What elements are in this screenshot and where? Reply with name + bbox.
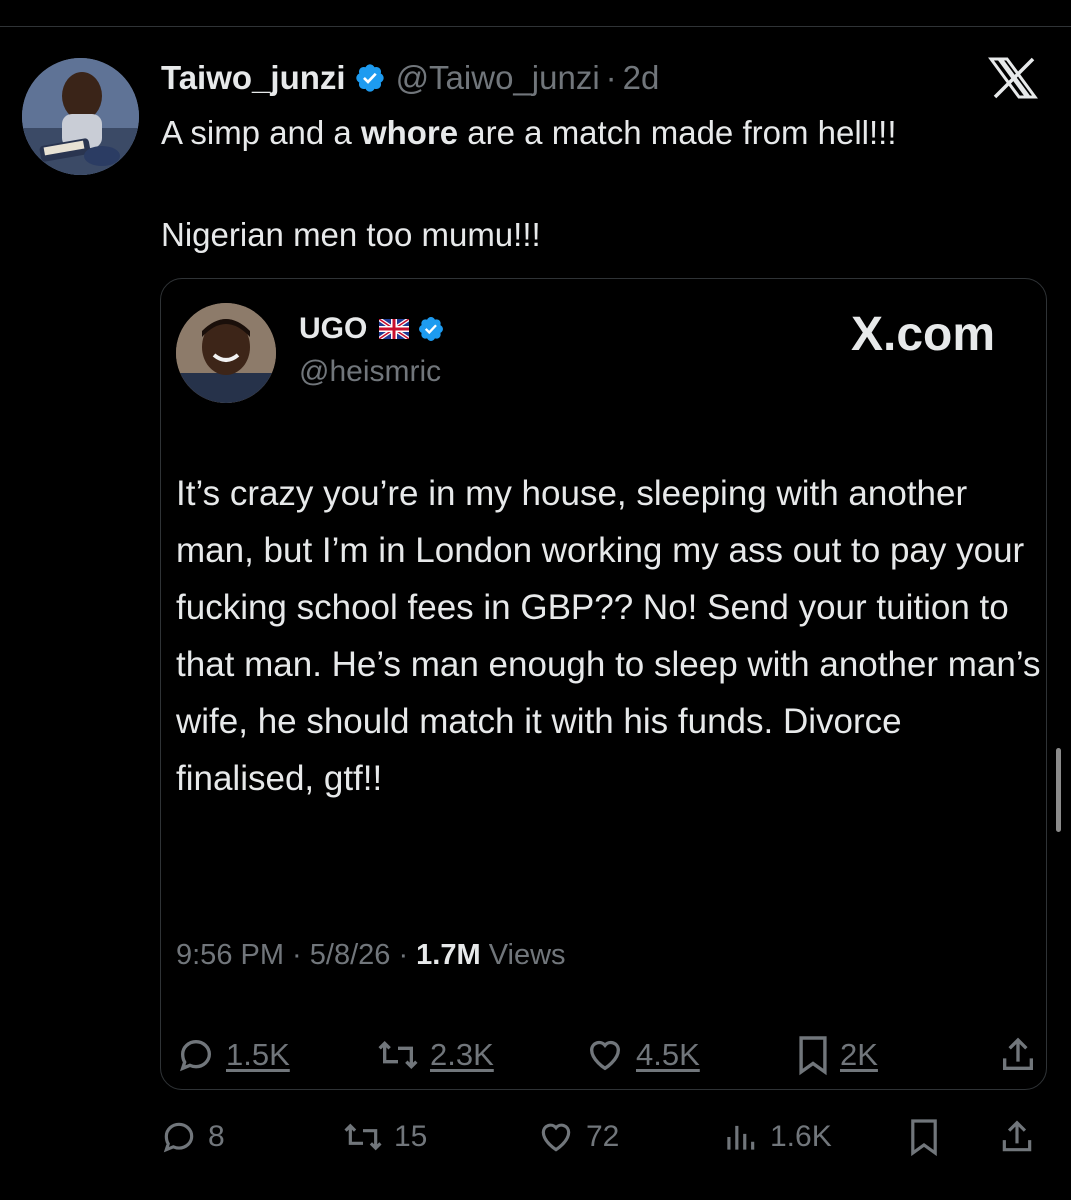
tweet-text-after-bold: are a match made from hell!!! <box>458 114 897 151</box>
tweet-header: Taiwo_junzi @Taiwo_junzi · 2d <box>161 56 659 100</box>
quoted-author-avatar[interactable] <box>176 303 276 403</box>
author-handle[interactable]: @Taiwo_junzi <box>396 59 600 97</box>
repost-count: 15 <box>394 1120 428 1153</box>
reply-icon <box>176 1035 216 1075</box>
tweet-body: A simp and a whore are a match made from… <box>161 108 1051 260</box>
reply-icon <box>160 1118 198 1156</box>
repost-icon <box>342 1118 384 1156</box>
tweet-text-bold: whore <box>360 114 459 151</box>
quoted-tweet-views-label: Views <box>480 939 566 971</box>
bookmark-button[interactable] <box>908 1112 940 1162</box>
quoted-author-row: UGO <box>299 309 445 349</box>
tweet-text-line2: Nigerian men too mumu!!! <box>161 216 541 253</box>
scrollbar-thumb[interactable] <box>1056 748 1061 832</box>
quoted-tweet-actions: 1.5K 2.3K 4.5K 2K <box>176 1031 1046 1079</box>
like-icon <box>536 1118 576 1156</box>
quoted-reply-count: 1.5K <box>226 1037 290 1072</box>
share-button[interactable] <box>998 1112 1036 1162</box>
x-logo-icon <box>983 57 1043 99</box>
like-count: 72 <box>586 1120 620 1153</box>
tweet-text-before-bold: A simp and a <box>161 114 361 151</box>
uk-flag-icon <box>378 317 411 341</box>
views-count: 1.6K <box>770 1120 832 1153</box>
quoted-tweet-text: It’s crazy you’re in my house, sleeping … <box>176 474 1041 798</box>
quoted-bookmark-button[interactable]: 2K <box>796 1031 878 1079</box>
tweet-timestamp[interactable]: 2d <box>623 59 660 97</box>
quoted-share-button[interactable] <box>998 1031 1038 1079</box>
tweet-actions: 8 15 72 1.6K <box>160 1112 1050 1162</box>
x-com-brand: X.com <box>851 308 996 361</box>
reply-button[interactable]: 8 <box>160 1112 225 1162</box>
like-icon <box>584 1035 626 1075</box>
quoted-bookmark-count: 2K <box>840 1037 878 1072</box>
verified-badge-icon <box>354 62 386 94</box>
quoted-author-display-name[interactable]: UGO <box>299 312 367 346</box>
verified-badge-icon <box>417 315 445 343</box>
separator-dot: · <box>605 59 617 96</box>
quoted-like-count: 4.5K <box>636 1037 700 1072</box>
quoted-tweet-views-count: 1.7M <box>416 939 481 971</box>
quoted-repost-count: 2.3K <box>430 1037 494 1072</box>
bookmark-icon <box>796 1034 830 1076</box>
top-divider <box>0 26 1071 27</box>
author-display-name[interactable]: Taiwo_junzi <box>161 59 346 97</box>
quoted-tweet-meta: 9:56 PM · 5/8/26 · 1.7M Views <box>176 939 566 972</box>
views-button[interactable]: 1.6K <box>720 1112 832 1162</box>
views-chart-icon <box>720 1118 760 1156</box>
repost-icon <box>376 1035 420 1075</box>
repost-button[interactable]: 15 <box>342 1112 427 1162</box>
quoted-tweet-time: 9:56 PM · 5/8/26 · <box>176 939 417 971</box>
quoted-author-handle[interactable]: @heismric <box>299 355 441 389</box>
reply-count: 8 <box>208 1120 225 1153</box>
author-avatar[interactable] <box>22 58 139 175</box>
tweet-text-line1: A simp and a whore are a match made from… <box>161 108 1051 158</box>
quoted-reply-button[interactable]: 1.5K <box>176 1031 290 1079</box>
quoted-tweet-card[interactable]: UGO @heismric X.com It’s crazy you’re in… <box>160 278 1047 1090</box>
like-button[interactable]: 72 <box>536 1112 619 1162</box>
share-icon <box>998 1034 1038 1076</box>
quoted-repost-button[interactable]: 2.3K <box>376 1031 494 1079</box>
bookmark-icon <box>908 1117 940 1157</box>
quoted-like-button[interactable]: 4.5K <box>584 1031 700 1079</box>
share-icon <box>998 1117 1036 1157</box>
